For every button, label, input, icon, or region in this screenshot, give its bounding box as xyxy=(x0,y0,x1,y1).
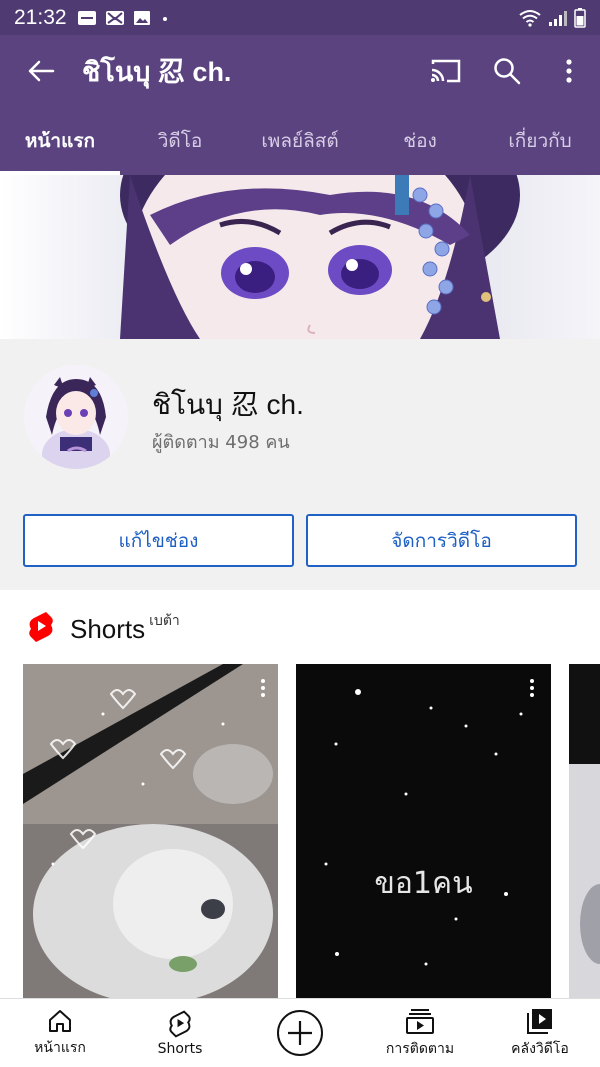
search-icon xyxy=(494,58,521,85)
battery-icon xyxy=(574,7,586,28)
mail-icon xyxy=(105,10,124,25)
nav-shorts[interactable]: Shorts xyxy=(120,999,240,1067)
home-icon xyxy=(49,1009,71,1032)
more-vert-icon xyxy=(566,59,572,83)
tab-home[interactable]: หน้าแรก xyxy=(0,107,120,175)
nav-create[interactable] xyxy=(240,999,360,1067)
beta-badge: เบต้า xyxy=(149,613,180,629)
signal-icon xyxy=(549,10,567,26)
message-icon xyxy=(77,10,96,25)
search-button[interactable] xyxy=(476,35,538,107)
tab-playlists[interactable]: เพลย์ลิสต์ xyxy=(240,107,360,175)
cast-icon xyxy=(431,59,461,83)
status-bar: 21:32 xyxy=(0,0,600,35)
shorts-thumbnail[interactable] xyxy=(569,664,600,998)
shorts-thumbnail[interactable] xyxy=(23,664,278,998)
more-options-button[interactable] xyxy=(538,35,600,107)
bottom-navigation: หน้าแรก Shorts การติดตาม คลังวิดีโอ xyxy=(0,998,600,1067)
nav-subscriptions[interactable]: การติดตาม xyxy=(360,999,480,1067)
shorts-icon xyxy=(169,1009,191,1038)
nav-library[interactable]: คลังวิดีโอ xyxy=(480,999,600,1067)
nav-home-label: หน้าแรก xyxy=(34,1039,86,1056)
tab-about[interactable]: เกี่ยวกับ xyxy=(480,107,600,175)
dot-icon xyxy=(162,16,167,21)
more-vert-icon[interactable] xyxy=(529,678,535,698)
avatar[interactable] xyxy=(24,365,128,469)
shorts-section: Shorts เบต้า ขอ1คน xyxy=(0,590,600,998)
status-time: 21:32 xyxy=(14,5,67,29)
nav-subscriptions-label: การติดตาม xyxy=(385,1040,455,1057)
create-plus-icon xyxy=(277,1010,323,1056)
shorts-thumbnail[interactable]: ขอ1คน xyxy=(296,664,551,998)
image-icon xyxy=(133,10,150,25)
shorts-header: Shorts เบต้า xyxy=(26,610,180,645)
wifi-icon xyxy=(519,9,541,27)
shorts-caption: ขอ1คน xyxy=(374,866,473,901)
nav-library-label: คลังวิดีโอ xyxy=(511,1040,569,1057)
channel-name: ชิโนบุ 忍 ch. xyxy=(152,389,304,420)
shorts-title: Shorts xyxy=(70,614,146,644)
tab-videos[interactable]: วิดีโอ xyxy=(120,107,240,175)
back-button[interactable] xyxy=(0,35,82,107)
channel-header: ชิโนบุ 忍 ch. ผู้ติดตาม 498 คน แก้ไขช่อง … xyxy=(0,339,600,589)
tab-channels[interactable]: ช่อง xyxy=(360,107,480,175)
back-arrow-icon xyxy=(28,60,55,82)
more-vert-icon[interactable] xyxy=(260,678,266,698)
subscriptions-icon xyxy=(406,1008,434,1034)
nav-home[interactable]: หน้าแรก xyxy=(0,999,120,1067)
app-title: ชิโนบุ 忍 ch. xyxy=(82,56,232,87)
subscriber-count: ผู้ติดตาม 498 คน xyxy=(152,432,290,453)
manage-videos-button[interactable]: จัดการวิดีโอ xyxy=(306,514,577,567)
cast-button[interactable] xyxy=(414,35,476,107)
edit-channel-button[interactable]: แก้ไขช่อง xyxy=(23,514,294,567)
nav-shorts-label: Shorts xyxy=(157,1040,203,1057)
library-icon xyxy=(527,1008,552,1034)
channel-banner xyxy=(0,175,600,339)
channel-tabs: หน้าแรก วิดีโอ เพลย์ลิสต์ ช่อง เกี่ยวกับ xyxy=(0,107,600,175)
app-bar: ชิโนบุ 忍 ch. xyxy=(0,35,600,107)
shorts-logo-icon xyxy=(29,612,53,642)
